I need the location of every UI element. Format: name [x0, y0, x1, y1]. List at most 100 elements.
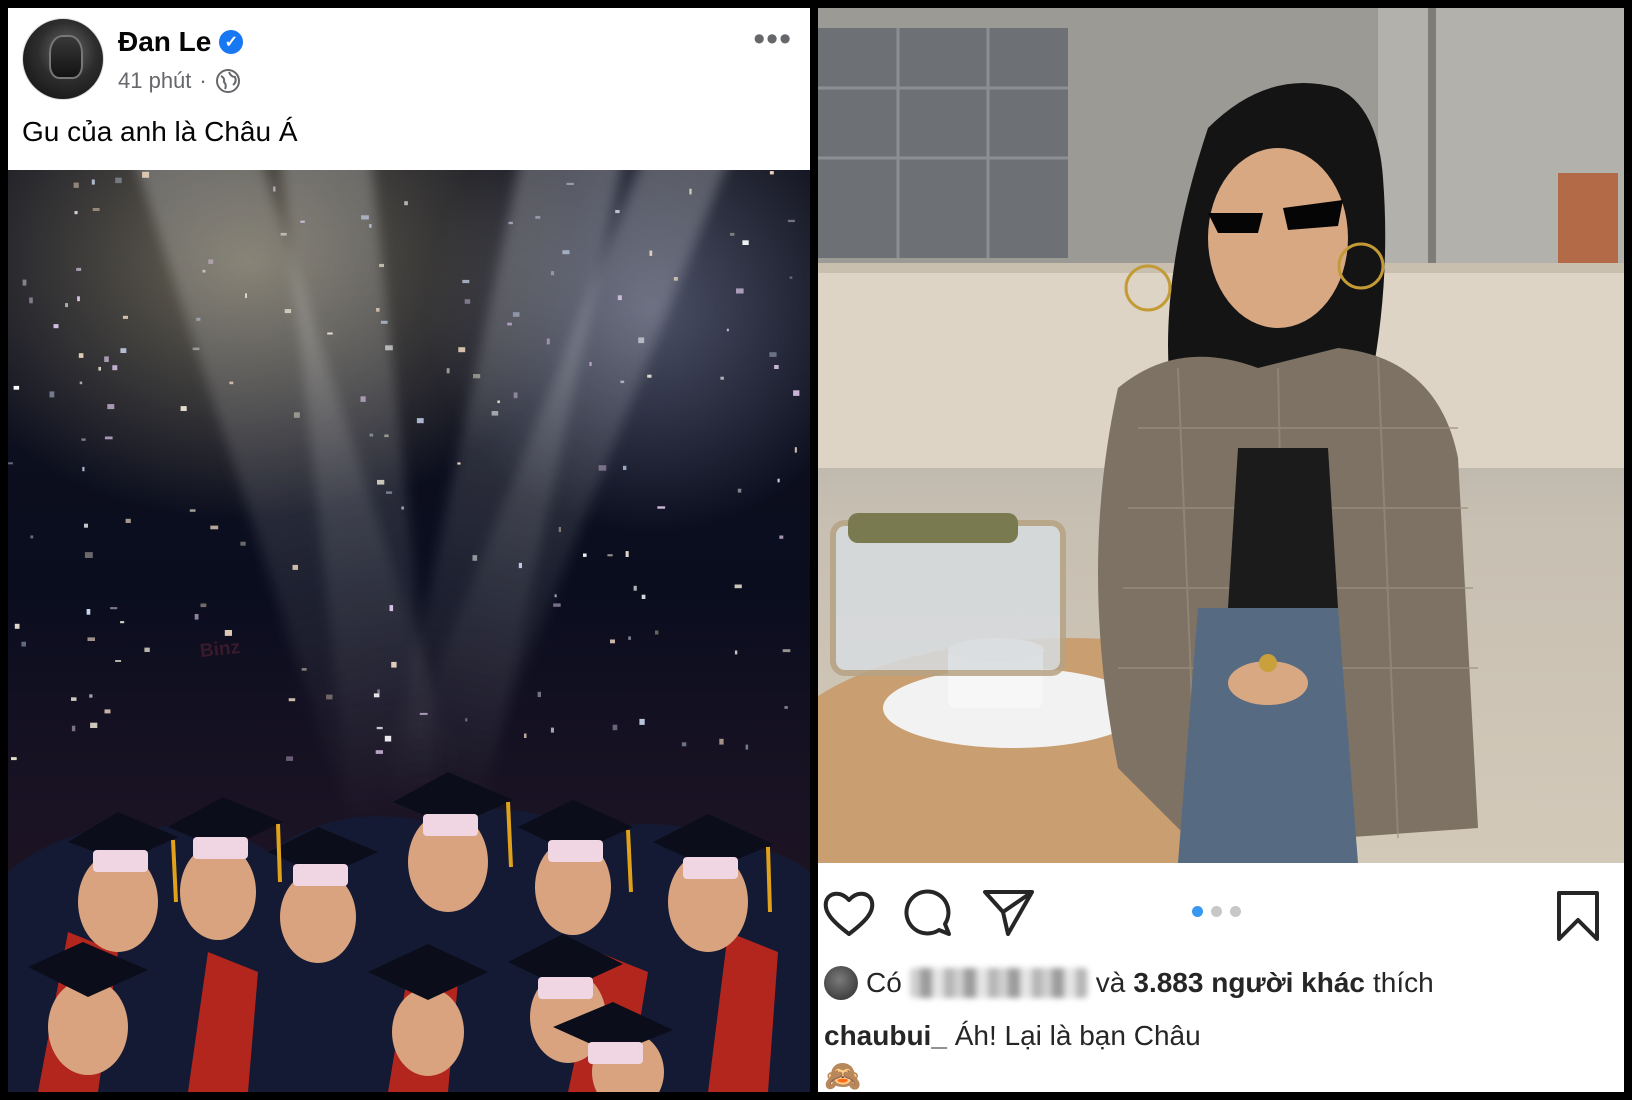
confetti-piece	[122, 315, 128, 319]
confetti-piece	[401, 506, 404, 510]
confetti-piece	[638, 337, 645, 344]
confetti-piece	[120, 348, 127, 353]
author-avatar[interactable]	[22, 18, 104, 100]
post-header: Đan Le ✓ 41 phút · ••• Gu của anh là Châ…	[8, 8, 810, 168]
confetti-piece	[125, 518, 131, 523]
confetti-piece	[736, 288, 744, 294]
confetti-piece	[769, 171, 774, 175]
confetti-piece	[620, 380, 625, 384]
bookmark-icon[interactable]	[1556, 890, 1600, 947]
confetti-piece	[598, 465, 607, 471]
confetti-piece	[292, 564, 298, 570]
confetti-piece	[82, 466, 85, 472]
confetti-piece	[793, 390, 800, 396]
confetti-piece	[49, 391, 55, 398]
comment-icon[interactable]	[902, 888, 954, 945]
monkey-emoji: 🙈	[824, 1060, 862, 1092]
confetti-piece	[497, 400, 500, 404]
confetti-piece	[360, 396, 366, 402]
confetti-piece	[730, 232, 735, 236]
confetti-piece	[293, 412, 300, 418]
likes-conjunction: và	[1095, 967, 1126, 998]
confetti-piece	[30, 535, 34, 539]
confetti-piece	[78, 353, 84, 358]
confetti-piece	[73, 182, 79, 188]
confetti-piece	[98, 366, 101, 371]
confetti-piece	[472, 555, 478, 561]
confetti-piece	[404, 201, 408, 206]
blurred-liker-names	[909, 968, 1088, 998]
confetti-piece	[562, 250, 570, 255]
confetti-piece	[464, 299, 471, 304]
confetti-piece	[13, 385, 20, 390]
confetti-piece	[384, 434, 389, 438]
confetti-piece	[550, 271, 555, 276]
confetti-piece	[457, 462, 461, 465]
globe-icon[interactable]	[215, 68, 241, 94]
author-name-row: Đan Le ✓	[118, 26, 244, 58]
confetti-piece	[77, 296, 80, 302]
confetti-piece	[180, 406, 187, 411]
meta-separator: ·	[199, 68, 207, 93]
confetti-piece	[491, 411, 499, 416]
confetti-piece	[196, 317, 201, 321]
post-time[interactable]: 41 phút	[118, 68, 191, 94]
confetti-piece	[583, 553, 587, 557]
confetti-piece	[284, 309, 292, 314]
comment-username[interactable]: chaubui_	[824, 1020, 947, 1051]
liker-avatar[interactable]	[824, 966, 858, 1000]
confetti-piece	[774, 365, 779, 369]
confetti-piece	[245, 293, 247, 298]
confetti-piece	[512, 312, 520, 317]
confetti-piece	[53, 324, 59, 329]
confetti-piece	[566, 182, 574, 185]
confetti-piece	[202, 269, 206, 273]
confetti-piece	[779, 535, 784, 539]
author-name[interactable]: Đan Le	[118, 26, 211, 58]
confetti-piece	[385, 345, 393, 351]
confetti-piece	[81, 438, 86, 441]
post-actions	[818, 868, 1624, 958]
confetti-piece	[300, 220, 305, 223]
share-icon[interactable]	[982, 888, 1036, 943]
confetti-piece	[647, 374, 652, 378]
confetti-piece	[84, 523, 88, 528]
carousel-dot	[1230, 906, 1241, 917]
carousel-indicator	[1192, 906, 1241, 917]
confetti-piece	[607, 554, 613, 557]
confetti-piece	[518, 562, 522, 569]
more-options-icon[interactable]: •••	[753, 22, 792, 56]
confetti-piece	[507, 322, 512, 326]
carousel-dot	[1211, 906, 1222, 917]
caption-comment: chaubui_ Áh! Lại là bạn Châu	[824, 1020, 1201, 1052]
facebook-post: Đan Le ✓ 41 phút · ••• Gu của anh là Châ…	[8, 8, 810, 1092]
confetti-piece	[726, 328, 729, 332]
confetti-piece	[446, 368, 450, 374]
photo-scene	[818, 8, 1624, 863]
carousel-dot-active	[1192, 906, 1203, 917]
confetti-piece	[142, 171, 150, 178]
confetti-piece	[379, 263, 384, 268]
confetti-piece	[673, 277, 678, 281]
confetti-piece	[546, 338, 550, 345]
post-photo[interactable]: Binz	[8, 170, 810, 1092]
heart-icon[interactable]	[822, 888, 876, 943]
likes-count[interactable]: 3.883 người khác	[1133, 967, 1365, 999]
confetti-piece	[369, 224, 372, 228]
confetti-piece	[380, 320, 388, 324]
confetti-piece	[327, 332, 333, 335]
confetti-piece	[104, 356, 109, 362]
confetti-piece	[74, 211, 78, 215]
confetti-piece	[104, 436, 113, 440]
confetti-piece	[208, 259, 214, 264]
post-meta: 41 phút ·	[118, 68, 241, 94]
confetti-piece	[115, 177, 122, 184]
confetti-piece	[513, 392, 518, 399]
comment-text: Áh! Lại là bạn Châu	[954, 1020, 1201, 1051]
confetti-piece	[210, 525, 219, 530]
confetti-piece	[29, 297, 33, 304]
confetti-piece	[689, 188, 692, 195]
confetti-piece	[84, 552, 93, 558]
post-photo[interactable]	[818, 8, 1624, 863]
confetti-piece	[76, 267, 82, 271]
